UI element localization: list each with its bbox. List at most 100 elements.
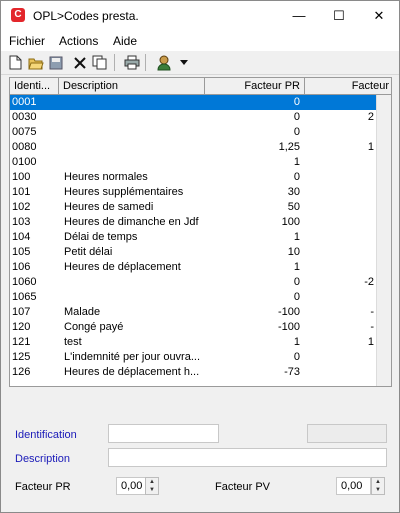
column-header-identification[interactable]: Identi... (10, 78, 59, 94)
table-row[interactable]: 1065 0 (10, 290, 376, 305)
table-row[interactable]: 0030 0 2 (10, 110, 376, 125)
table-row[interactable]: 100 Heures normales 0 (10, 170, 376, 185)
cell-identification: 104 (12, 231, 31, 243)
cell-facteur-pv (306, 200, 374, 215)
cell-description: Délai de temps (64, 231, 138, 243)
print-icon[interactable] (123, 54, 140, 71)
cell-identification: 101 (12, 186, 31, 198)
cell-facteur-pv: 2 (367, 111, 374, 123)
table-row[interactable]: 102 Heures de samedi 50 (10, 200, 376, 215)
cell-description: Heures supplémentaires (64, 186, 184, 198)
new-document-icon[interactable] (7, 54, 24, 71)
description-label: Description (15, 453, 71, 465)
delete-icon[interactable] (71, 54, 88, 71)
table-row[interactable]: 1060 0 -2 (10, 275, 376, 290)
open-folder-icon[interactable] (27, 54, 44, 71)
table-row[interactable]: 104 Délai de temps 1 (10, 230, 376, 245)
cell-facteur-pr: 0 (293, 276, 300, 288)
cell-facteur-pv (306, 155, 374, 170)
toolbar-separator (114, 54, 115, 71)
identification-field[interactable] (108, 424, 219, 443)
title-bar[interactable]: C OPL>Codes presta. — ☐ ✕ (1, 1, 399, 31)
cell-description: Heures de samedi (64, 201, 154, 213)
cell-facteur-pr: 1 (293, 231, 300, 243)
menu-aide[interactable]: Aide (113, 34, 137, 48)
table-row[interactable]: 125 L'indemnité per jour ouvra... 0 (10, 350, 376, 365)
cell-facteur-pv (306, 365, 374, 380)
user-icon[interactable] (155, 54, 172, 71)
cell-description (64, 290, 204, 305)
dropdown-arrow-icon[interactable] (175, 54, 192, 71)
cell-facteur-pr: 0 (293, 351, 300, 363)
spin-up-icon[interactable]: ▲ (372, 478, 384, 486)
spin-down-icon[interactable]: ▼ (372, 486, 384, 494)
cell-identification: 107 (12, 306, 31, 318)
cell-facteur-pr: -100 (277, 306, 300, 318)
maximize-button[interactable]: ☐ (319, 1, 359, 31)
cell-identification: 0100 (12, 156, 37, 168)
cell-description: Petit délai (64, 246, 113, 258)
description-field[interactable] (108, 448, 387, 467)
cell-identification: 103 (12, 216, 31, 228)
cell-identification: 0001 (12, 96, 37, 108)
cell-facteur-pv (306, 290, 374, 305)
app-logo-icon: C (11, 8, 25, 22)
cell-description: Malade (64, 306, 101, 318)
menu-actions[interactable]: Actions (59, 34, 98, 48)
table-row[interactable]: 0100 1 (10, 155, 376, 170)
menu-fichier[interactable]: Fichier (9, 34, 45, 48)
minimize-button[interactable]: — (279, 1, 319, 31)
table-row[interactable]: 0080 1,25 1 (10, 140, 376, 155)
table-row[interactable]: 0001 0 (10, 95, 376, 110)
detail-form: Identification Description Facteur PR 0,… (9, 409, 392, 509)
cell-description: Heures de déplacement h... (64, 366, 200, 378)
close-button[interactable]: ✕ (359, 1, 399, 31)
facteur-pr-input[interactable]: 0,00 (116, 477, 146, 495)
cell-facteur-pr: 0 (293, 111, 300, 123)
cell-description (64, 155, 204, 170)
table-row[interactable]: 103 Heures de dimanche en Jdf 100 (10, 215, 376, 230)
cell-facteur-pr: -100 (277, 321, 300, 333)
spin-up-icon[interactable]: ▲ (146, 478, 158, 486)
cell-facteur-pr: 10 (287, 246, 300, 258)
table-row[interactable]: 101 Heures supplémentaires 30 (10, 185, 376, 200)
cell-identification: 0080 (12, 141, 37, 153)
table-row[interactable]: 107 Malade -100 - (10, 305, 376, 320)
spin-down-icon[interactable]: ▼ (146, 486, 158, 494)
app-window: C OPL>Codes presta. — ☐ ✕ Fichier Action… (0, 0, 400, 513)
cell-facteur-pv: 1 (367, 336, 374, 348)
table-row[interactable]: 126 Heures de déplacement h... -73 (10, 365, 376, 380)
cell-description: Heures normales (64, 171, 148, 183)
cell-identification: 125 (12, 351, 31, 363)
vertical-scrollbar[interactable] (376, 95, 391, 386)
cell-facteur-pv (306, 125, 374, 140)
cell-facteur-pv (306, 260, 374, 275)
cell-facteur-pv: - (370, 306, 374, 318)
codes-grid: Identi... Description Facteur PR Facteur… (9, 77, 392, 387)
facteur-pr-spinner[interactable]: ▲ ▼ (145, 477, 159, 495)
cell-facteur-pr: 0 (293, 96, 300, 108)
cell-facteur-pr: 0 (293, 126, 300, 138)
table-row[interactable]: 105 Petit délai 10 (10, 245, 376, 260)
facteur-pv-spinner[interactable]: ▲ ▼ (371, 477, 385, 495)
cell-facteur-pv: -2 (364, 276, 374, 288)
cell-facteur-pv (306, 230, 374, 245)
column-header-facteur-pr[interactable]: Facteur PR (205, 78, 305, 94)
facteur-pv-input[interactable]: 0,00 (336, 477, 371, 495)
column-header-description[interactable]: Description (59, 78, 205, 94)
cell-identification: 0030 (12, 111, 37, 123)
cell-facteur-pv: 1 (367, 141, 374, 153)
cell-facteur-pr: 1 (293, 261, 300, 273)
copy-icon[interactable] (91, 54, 108, 71)
cell-facteur-pv (306, 170, 374, 185)
save-icon[interactable] (47, 54, 64, 71)
grid-header: Identi... Description Facteur PR Facteur (10, 78, 391, 95)
cell-identification: 0075 (12, 126, 37, 138)
table-row[interactable]: 120 Congé payé -100 - (10, 320, 376, 335)
table-row[interactable]: 121 test 1 1 (10, 335, 376, 350)
table-row[interactable]: 0075 0 (10, 125, 376, 140)
table-row[interactable]: 106 Heures de déplacement 1 (10, 260, 376, 275)
cell-facteur-pr: 1 (293, 336, 300, 348)
column-header-facteur-pv[interactable]: Facteur (305, 78, 391, 94)
cell-description: Heures de dimanche en Jdf (64, 216, 199, 228)
